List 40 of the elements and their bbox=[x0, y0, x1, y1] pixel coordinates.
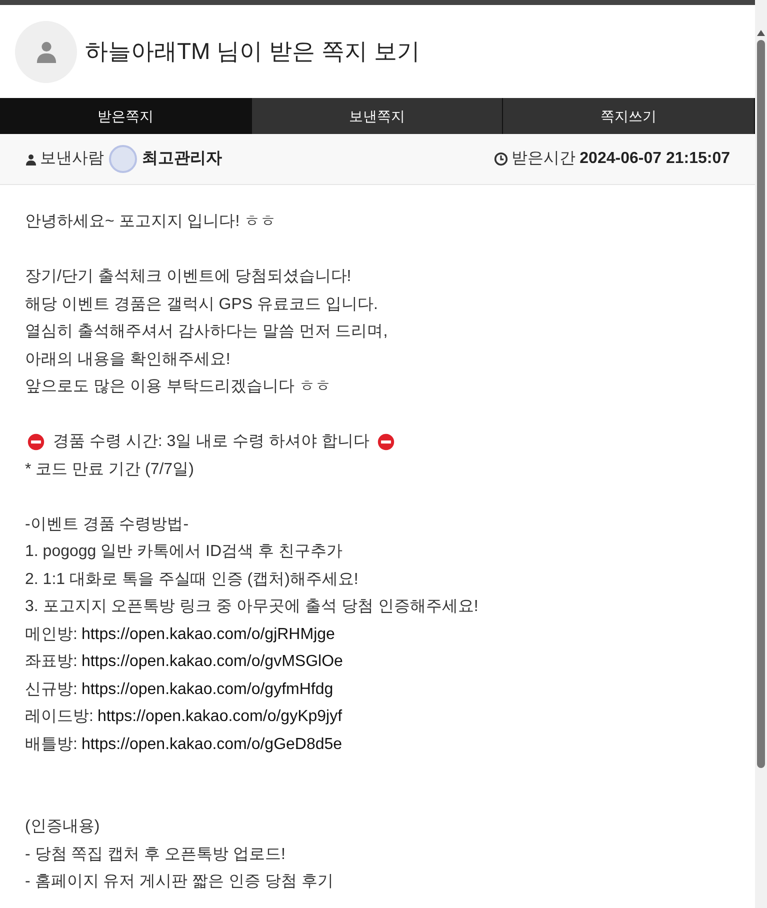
message-line: - 당첨 쪽집 캡처 후 오픈톡방 업로드! bbox=[25, 844, 286, 864]
room-label: 레이드방: bbox=[25, 707, 94, 727]
room-label: 신규방: bbox=[25, 680, 78, 700]
room-label: 메인방: bbox=[25, 624, 78, 644]
room-link[interactable]: https://open.kakao.com/o/gyfmHfdg bbox=[81, 676, 334, 703]
no-entry-icon bbox=[27, 432, 45, 451]
sender-avatar bbox=[109, 145, 137, 173]
room-link[interactable]: https://open.kakao.com/o/gvMSGlOe bbox=[81, 648, 343, 676]
message-line: 3. 포고지지 오픈톡방 링크 중 아무곳에 출석 당첨 인증해주세요! bbox=[25, 597, 478, 617]
scrollbar-thumb[interactable] bbox=[757, 40, 765, 768]
message-line: 2. 1:1 대화로 톡을 주실때 인증 (캡처)해주세요! bbox=[25, 570, 358, 590]
message-line: 장기/단기 출석체크 이벤트에 당첨되셨습니다! bbox=[25, 267, 352, 287]
message-line: (인증내용) bbox=[25, 817, 100, 837]
room-link[interactable]: https://open.kakao.com/o/gyKp9jyf bbox=[97, 703, 342, 730]
message-line: 아래의 내용을 확인해주세요! bbox=[25, 350, 230, 370]
user-icon bbox=[25, 152, 37, 166]
no-entry-icon bbox=[377, 432, 396, 451]
room-label: 배틀방: bbox=[25, 734, 78, 754]
message-line: 안녕하세요~ 포고지지 입니다! ㅎㅎ bbox=[25, 212, 276, 232]
message-line: 앞으로도 많은 이용 부탁드리겠습니다 ㅎㅎ bbox=[25, 377, 331, 397]
room-link[interactable]: https://open.kakao.com/o/gjRHMjge bbox=[81, 620, 335, 648]
room-link[interactable]: https://open.kakao.com/o/gGeD8d5e bbox=[81, 730, 342, 758]
clock-icon bbox=[494, 152, 508, 166]
message-line: 1. pogogg 일반 카톡에서 ID검색 후 친구추가 bbox=[25, 542, 342, 562]
scroll-up-icon[interactable] bbox=[757, 30, 765, 36]
message-line: * 코드 만료 기간 (7/7일) bbox=[25, 460, 194, 480]
scrollbar[interactable] bbox=[755, 0, 767, 908]
message-line: 열심히 출석해주셔서 감사하다는 말씀 먼저 드리며, bbox=[25, 322, 388, 342]
message-line: 경품 수령 시간: 3일 내로 수령 하셔야 합니다 bbox=[53, 432, 370, 452]
received-time: 2024-06-07 21:15:07 bbox=[580, 149, 730, 169]
page-title: 하늘아래TM 님이 받은 쪽지 보기 bbox=[85, 37, 420, 66]
user-icon bbox=[34, 39, 58, 64]
tab[interactable]: 받은쪽지 bbox=[0, 98, 252, 134]
time-label: 받은시간 bbox=[512, 149, 576, 169]
message-line: -이벤트 경품 수령방법- bbox=[25, 514, 189, 534]
message-line: - 홈페이지 유저 게시판 짧은 인증 당첨 후기 bbox=[25, 872, 334, 892]
sender-label: 보낸사람 bbox=[40, 149, 104, 169]
room-label: 좌표방: bbox=[25, 652, 78, 672]
message-line: 해당 이벤트 경품은 갤럭시 GPS 유료코드 입니다. bbox=[25, 294, 378, 314]
sender-name: 최고관리자 bbox=[142, 149, 222, 169]
